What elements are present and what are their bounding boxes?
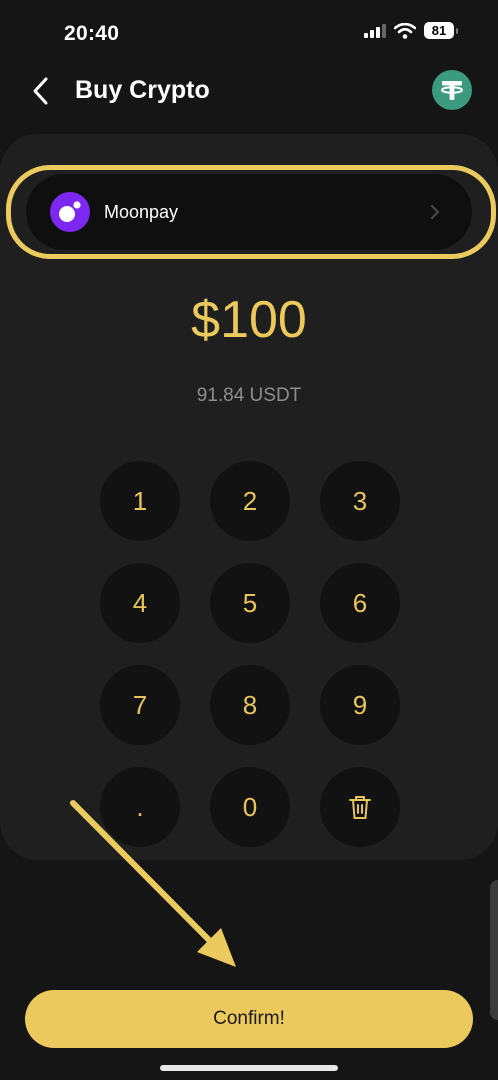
- key-decimal[interactable]: .: [100, 767, 180, 847]
- tether-icon[interactable]: [432, 70, 472, 110]
- edge-panel: [490, 880, 498, 1020]
- page-title: Buy Crypto: [75, 76, 210, 104]
- chevron-left-icon: [33, 77, 48, 105]
- key-4[interactable]: 4: [100, 563, 180, 643]
- crypto-amount: 91.84 USDT: [196, 385, 302, 406]
- home-indicator[interactable]: [160, 1065, 338, 1071]
- status-time: 20:40: [64, 22, 120, 45]
- delete-button[interactable]: [320, 767, 400, 847]
- keypad: 1 2 3 4 5 6 7 8 9 . 0: [100, 461, 400, 847]
- key-9[interactable]: 9: [320, 665, 400, 745]
- key-3[interactable]: 3: [320, 461, 400, 541]
- key-5[interactable]: 5: [210, 563, 290, 643]
- key-2[interactable]: 2: [210, 461, 290, 541]
- moonpay-icon: [50, 192, 90, 232]
- status-icons: 81: [364, 22, 458, 39]
- key-0[interactable]: 0: [210, 767, 290, 847]
- trash-icon: [349, 796, 371, 819]
- signal-icon: [364, 24, 386, 38]
- key-1[interactable]: 1: [100, 461, 180, 541]
- back-button[interactable]: [28, 74, 56, 108]
- key-6[interactable]: 6: [320, 563, 400, 643]
- battery-icon: 81: [424, 22, 458, 39]
- header: Buy Crypto: [0, 64, 498, 120]
- provider-selector[interactable]: Moonpay: [26, 174, 472, 250]
- provider-name: Moonpay: [104, 202, 179, 222]
- fiat-amount: $100: [191, 291, 307, 349]
- wifi-icon: [394, 22, 416, 39]
- key-8[interactable]: 8: [210, 665, 290, 745]
- confirm-button[interactable]: Confirm!: [25, 990, 473, 1048]
- chevron-right-icon: [431, 205, 439, 219]
- key-7[interactable]: 7: [100, 665, 180, 745]
- status-bar: 20:40 81: [0, 0, 498, 64]
